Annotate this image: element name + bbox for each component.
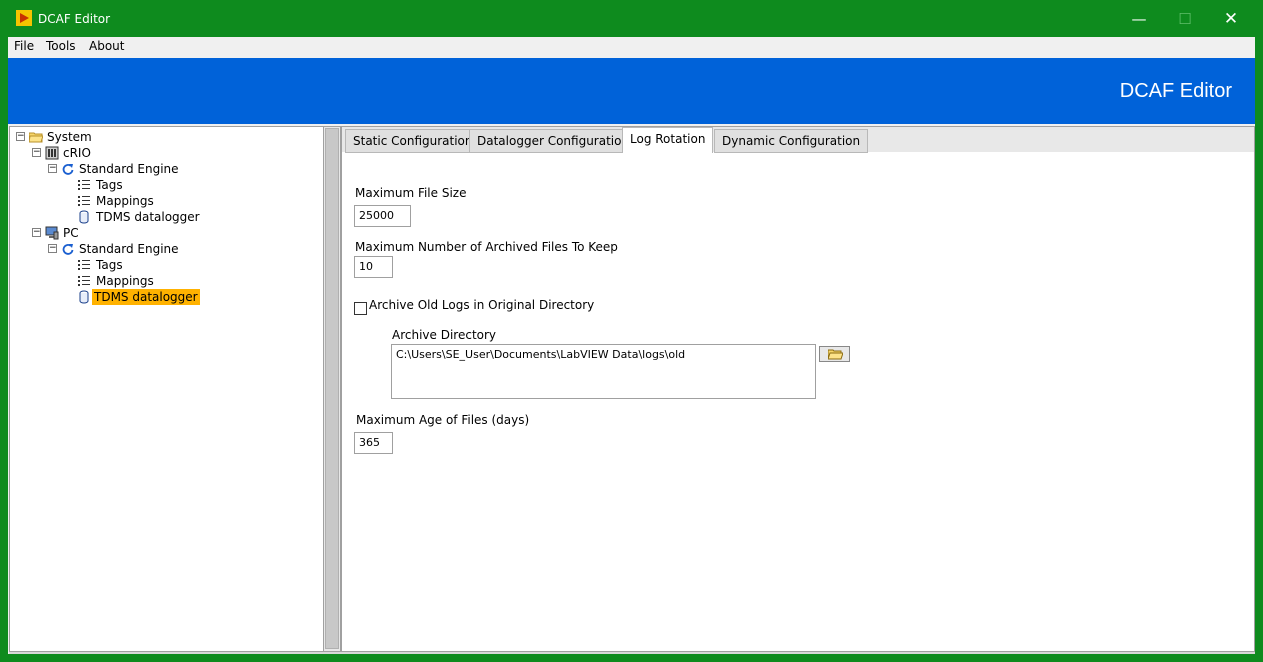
status-strip xyxy=(9,652,1255,654)
archive-original-label: Archive Old Logs in Original Directory xyxy=(369,298,595,312)
tab-log-rotation[interactable]: Log Rotation xyxy=(622,127,714,153)
database-cylinder-icon xyxy=(79,210,89,224)
folder-browse-icon xyxy=(828,349,843,360)
tree-label: TDMS datalogger xyxy=(96,210,200,224)
app-window: DCAF Editor — ☐ ✕ File Tools About DCAF … xyxy=(0,0,1263,662)
tree-label: cRIO xyxy=(63,146,91,160)
collapse-icon[interactable]: − xyxy=(48,244,57,253)
collapse-icon[interactable]: − xyxy=(48,164,57,173)
collapse-icon[interactable]: − xyxy=(16,132,25,141)
tree-node-pc-tags[interactable]: Tags xyxy=(77,257,277,273)
tree-node-pc[interactable]: − PC xyxy=(32,225,232,241)
mapping-list-icon xyxy=(78,196,90,206)
system-tree: − System − cRIO − Standard Engine Tags M… xyxy=(9,126,341,652)
tree-label: Standard Engine xyxy=(79,162,179,176)
engine-refresh-icon xyxy=(62,164,74,175)
database-cylinder-icon xyxy=(79,290,89,304)
window-title: DCAF Editor xyxy=(38,12,111,26)
close-button[interactable]: ✕ xyxy=(1208,6,1254,32)
banner-title: DCAF Editor xyxy=(1119,80,1232,102)
tab-datalogger-configuration[interactable]: Datalogger Configuration xyxy=(469,129,638,153)
tab-dynamic-configuration[interactable]: Dynamic Configuration xyxy=(714,129,869,153)
menu-tools[interactable]: Tools xyxy=(43,39,79,53)
title-bar[interactable]: DCAF Editor — ☐ ✕ xyxy=(0,0,1263,37)
collapse-icon[interactable]: − xyxy=(32,228,41,237)
tree-label: System xyxy=(47,130,92,144)
tree-label: Tags xyxy=(96,258,123,272)
tree-node-pc-engine[interactable]: − Standard Engine xyxy=(48,241,248,257)
tree-node-crio-tdms[interactable]: TDMS datalogger xyxy=(77,209,277,225)
tree-label: Standard Engine xyxy=(79,242,179,256)
crio-target-icon xyxy=(45,146,59,160)
header-banner: DCAF Editor xyxy=(8,58,1255,124)
tag-list-icon xyxy=(78,260,90,270)
tab-strip: Static Configuration Datalogger Configur… xyxy=(342,127,1254,153)
tree-label: PC xyxy=(63,226,79,240)
menu-file[interactable]: File xyxy=(11,39,37,53)
max-age-label: Maximum Age of Files (days) xyxy=(356,413,530,427)
tag-list-icon xyxy=(78,180,90,190)
max-file-size-input[interactable]: 25000 xyxy=(354,205,411,227)
tree-label-selected: TDMS datalogger xyxy=(92,289,200,305)
minimize-button[interactable]: — xyxy=(1116,6,1162,32)
archive-directory-label: Archive Directory xyxy=(392,328,497,342)
browse-button[interactable] xyxy=(819,346,850,362)
window-content: File Tools About DCAF Editor − System − xyxy=(8,37,1255,654)
tree-node-crio-engine[interactable]: − Standard Engine xyxy=(48,161,248,177)
max-archived-files-label: Maximum Number of Archived Files To Keep xyxy=(355,240,618,254)
folder-open-icon xyxy=(29,132,43,143)
collapse-icon[interactable]: − xyxy=(32,148,41,157)
max-archived-files-input[interactable]: 10 xyxy=(354,256,393,278)
tree-label: Mappings xyxy=(96,274,154,288)
menu-about[interactable]: About xyxy=(86,39,127,53)
tab-static-configuration[interactable]: Static Configuration xyxy=(345,129,481,153)
tree-node-crio[interactable]: − cRIO xyxy=(32,145,232,161)
menu-bar: File Tools About xyxy=(8,37,1255,57)
max-file-size-label: Maximum File Size xyxy=(355,186,467,200)
tree-node-system[interactable]: − System xyxy=(16,129,216,145)
tree-node-pc-mappings[interactable]: Mappings xyxy=(77,273,277,289)
engine-refresh-icon xyxy=(62,244,74,255)
tree-node-pc-tdms[interactable]: TDMS datalogger xyxy=(77,289,277,305)
archive-directory-input[interactable]: C:\Users\SE_User\Documents\LabVIEW Data\… xyxy=(391,344,816,399)
max-age-input[interactable]: 365 xyxy=(354,432,393,454)
config-panel: Static Configuration Datalogger Configur… xyxy=(341,126,1255,652)
tree-scrollbar-thumb[interactable] xyxy=(325,128,339,649)
tree-label: Mappings xyxy=(96,194,154,208)
archive-original-checkbox[interactable] xyxy=(354,302,367,315)
labview-run-icon xyxy=(16,10,32,26)
mapping-list-icon xyxy=(78,276,90,286)
tree-label: Tags xyxy=(96,178,123,192)
tree-scrollbar[interactable] xyxy=(323,127,340,651)
tree-node-crio-mappings[interactable]: Mappings xyxy=(77,193,277,209)
maximize-button[interactable]: ☐ xyxy=(1162,6,1208,32)
tree-node-crio-tags[interactable]: Tags xyxy=(77,177,277,193)
pc-target-icon xyxy=(45,226,59,240)
